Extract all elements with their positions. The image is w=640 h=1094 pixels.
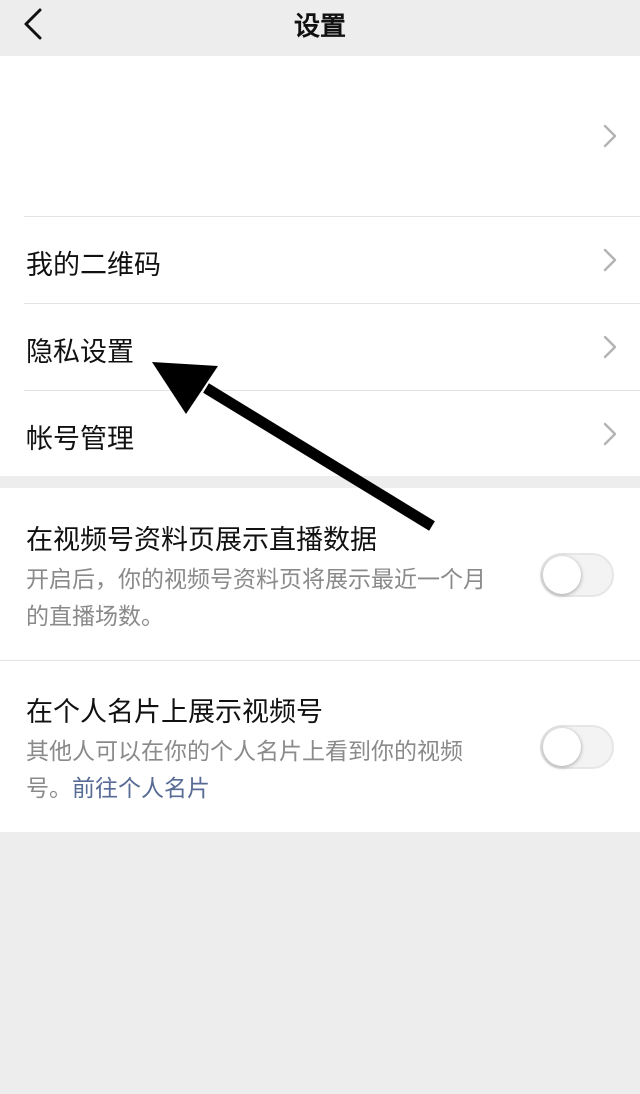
divider — [0, 660, 640, 661]
page-title: 设置 — [293, 12, 346, 42]
toggle-knob — [543, 556, 581, 594]
menu-item-label: 帐号管理 — [26, 424, 134, 455]
menu-item-my-qr-code[interactable]: 我的二维码 — [0, 217, 640, 303]
go-to-profile-card-link[interactable]: 前往个人名片 — [72, 776, 210, 802]
menu-item-privacy-settings[interactable]: 隐私设置 — [0, 304, 640, 390]
chevron-right-icon — [603, 335, 617, 359]
menu-item-label: 我的二维码 — [26, 250, 161, 281]
option-description: 开启后，你的视频号资料页将展示最近一个月的直播场数。 — [26, 567, 486, 630]
settings-menu-group: 我的二维码 隐私设置 帐号管理 — [0, 56, 640, 476]
option-title: 在视频号资料页展示直播数据 — [26, 525, 377, 556]
menu-item-profile[interactable] — [0, 56, 640, 216]
channels-options-group: 在视频号资料页展示直播数据 开启后，你的视频号资料页将展示最近一个月的直播场数。… — [0, 488, 640, 832]
chevron-right-icon — [603, 124, 617, 148]
toggle-live-data[interactable] — [540, 553, 614, 597]
option-description: 其他人可以在你的个人名片上看到你的视频号。前往个人名片 — [26, 734, 506, 808]
chevron-right-icon — [603, 248, 617, 272]
menu-item-label: 隐私设置 — [26, 337, 134, 368]
menu-item-account-management[interactable]: 帐号管理 — [0, 391, 640, 476]
nav-bar: 设置 — [0, 0, 640, 56]
toggle-knob — [543, 728, 581, 766]
toggle-show-on-card[interactable] — [540, 725, 614, 769]
chevron-right-icon — [603, 422, 617, 446]
option-title: 在个人名片上展示视频号 — [26, 697, 323, 728]
